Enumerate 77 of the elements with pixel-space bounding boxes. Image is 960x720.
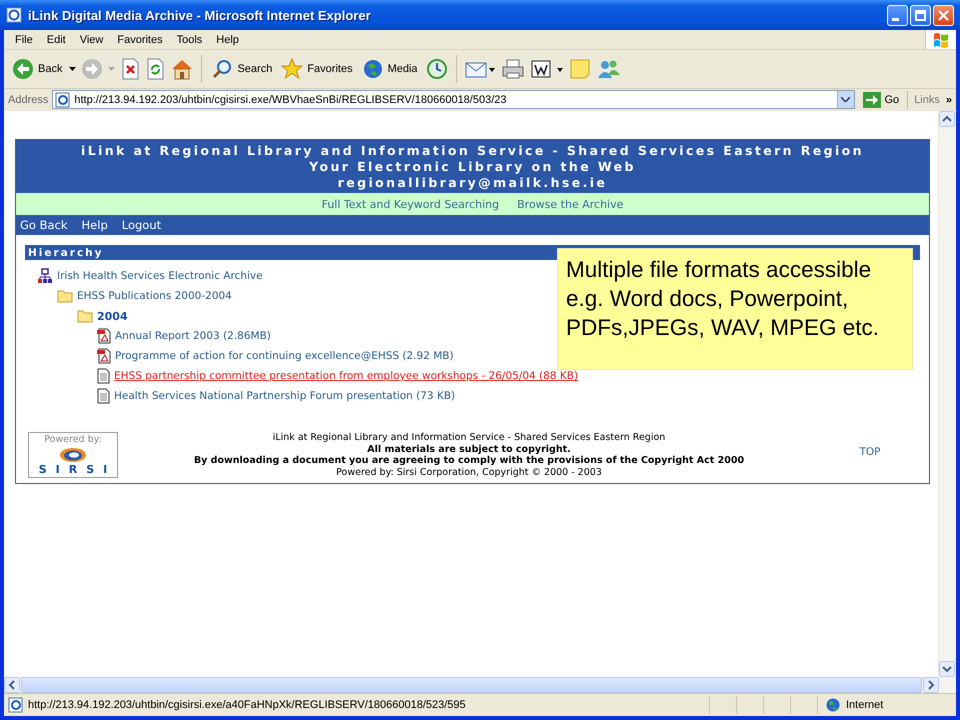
footer-text: By downloading a document you are agreeing to comply with the provisions of the Copyright Act 2000 bbox=[192, 455, 746, 466]
page-icon bbox=[8, 697, 24, 713]
document-icon bbox=[97, 388, 110, 404]
folder-icon bbox=[57, 289, 73, 303]
pdf-file-icon bbox=[97, 328, 111, 344]
scroll-down-icon[interactable] bbox=[939, 661, 955, 677]
close-icon bbox=[937, 8, 950, 22]
document-icon bbox=[97, 368, 110, 384]
callout-note: Multiple file formats accessible e.g. Word docs, Powerpoint, PDFs,JPEGs, WAV, MPEG etc. bbox=[557, 248, 913, 370]
file-link[interactable]: EHSS partnership committee presentation from employee workshops - 26/05/04 (88 KB) bbox=[114, 370, 578, 382]
swirl-icon bbox=[58, 446, 88, 462]
file-link[interactable]: Annual Report 2003 (2.86MB) bbox=[115, 330, 271, 342]
dropdown-arrow-icon[interactable] bbox=[69, 67, 76, 71]
file-link[interactable]: Programme of action for continuing excellence@EHSS (2.92 MB) bbox=[115, 350, 454, 362]
maximize-icon bbox=[914, 8, 927, 22]
menu-item[interactable]: Edit bbox=[40, 34, 73, 46]
address-field[interactable]: http://213.94.192.203/uhtbin/cgisirsi.exe/WBVhaeSnBi/REGLIBSERV/180660018/503/23 bbox=[52, 90, 854, 109]
word-document-icon[interactable] bbox=[530, 58, 564, 80]
archive-link[interactable]: Irish Health Services Electronic Archive bbox=[57, 270, 263, 282]
search-icon bbox=[211, 58, 234, 80]
close-button[interactable] bbox=[933, 4, 954, 26]
menu-item[interactable]: Help bbox=[209, 34, 246, 46]
browser-icon bbox=[6, 7, 22, 23]
dropdown-button[interactable] bbox=[836, 91, 854, 108]
page-icon bbox=[55, 92, 72, 108]
minimize-button[interactable] bbox=[887, 4, 908, 26]
address-label: Address bbox=[8, 94, 48, 106]
file-link[interactable]: Health Services National Partnership Forum presentation (73 KB) bbox=[114, 390, 456, 402]
footer-text: All materials are subject to copyright. bbox=[366, 444, 572, 455]
header-text: regionallibrary@mailk.hse.ie bbox=[336, 175, 608, 191]
nav-link[interactable]: Browse the Archive bbox=[517, 198, 624, 210]
go-button[interactable]: Go bbox=[858, 92, 904, 108]
stop-icon[interactable] bbox=[120, 58, 140, 80]
section-title: Hierarchy bbox=[28, 246, 104, 258]
header-text: Your Electronic Library on the Web bbox=[308, 159, 637, 175]
globe-icon bbox=[826, 698, 840, 712]
search-button[interactable]: Search bbox=[209, 58, 274, 80]
folder-link[interactable]: 2004 bbox=[97, 310, 128, 322]
favorites-button[interactable]: Favorites bbox=[279, 58, 355, 80]
printer-icon[interactable] bbox=[500, 58, 525, 80]
nav-link[interactable]: Logout bbox=[122, 218, 162, 232]
footer-text: Powered by: Sirsi Corporation, Copyright © 2000 - 2003 bbox=[335, 466, 603, 478]
nav-link[interactable]: Go Back bbox=[20, 218, 68, 232]
archive-icon bbox=[37, 268, 53, 284]
star-icon bbox=[281, 58, 304, 80]
links-button[interactable]: Links bbox=[912, 94, 942, 106]
header-text: iLink at Regional Library and Information Service - Shared Services Eastern Region bbox=[80, 143, 865, 159]
footer-text: iLink at Regional Library and Information Service - Shared Services Eastern Region bbox=[272, 432, 666, 444]
menu-item[interactable]: Tools bbox=[170, 34, 210, 46]
media-button[interactable]: Media bbox=[360, 58, 420, 80]
scroll-up-icon[interactable] bbox=[939, 111, 955, 127]
globe-icon bbox=[362, 58, 384, 80]
chevron-button[interactable]: » bbox=[946, 94, 956, 106]
window-title: iLink Digital Media Archive - Microsoft Internet Explorer bbox=[28, 8, 372, 22]
scroll-left-icon[interactable] bbox=[4, 677, 20, 693]
logo-caption: Powered by: bbox=[44, 434, 102, 445]
back-button[interactable]: Back bbox=[10, 58, 64, 80]
menu-item[interactable]: View bbox=[72, 34, 110, 46]
top-link[interactable]: TOP bbox=[820, 446, 920, 464]
menu-item[interactable]: Favorites bbox=[110, 34, 170, 46]
maximize-button[interactable] bbox=[910, 4, 931, 26]
folder-icon bbox=[77, 309, 93, 323]
menu-item[interactable]: File bbox=[8, 34, 40, 46]
scroll-right-icon[interactable] bbox=[923, 677, 939, 693]
zone-text: Internet bbox=[846, 699, 884, 711]
status-text: http://213.94.192.203/uhtbin/cgisirsi.exe/a40FaHNpXk/REGLIBSERV/180660018/523/595 bbox=[28, 699, 467, 711]
go-arrow-icon bbox=[862, 92, 880, 108]
refresh-icon[interactable] bbox=[145, 58, 166, 80]
vertical-scrollbar[interactable] bbox=[938, 111, 956, 677]
pdf-file-icon bbox=[97, 348, 111, 364]
logo-text: SIRSI bbox=[38, 464, 116, 476]
home-icon[interactable] bbox=[170, 58, 194, 80]
folder-link[interactable]: EHSS Publications 2000-2004 bbox=[77, 290, 232, 302]
nav-link[interactable]: Full Text and Keyword Searching bbox=[322, 198, 500, 210]
nav-link[interactable]: Help bbox=[82, 218, 108, 232]
minimize-icon bbox=[892, 18, 899, 20]
history-icon[interactable] bbox=[424, 58, 449, 80]
